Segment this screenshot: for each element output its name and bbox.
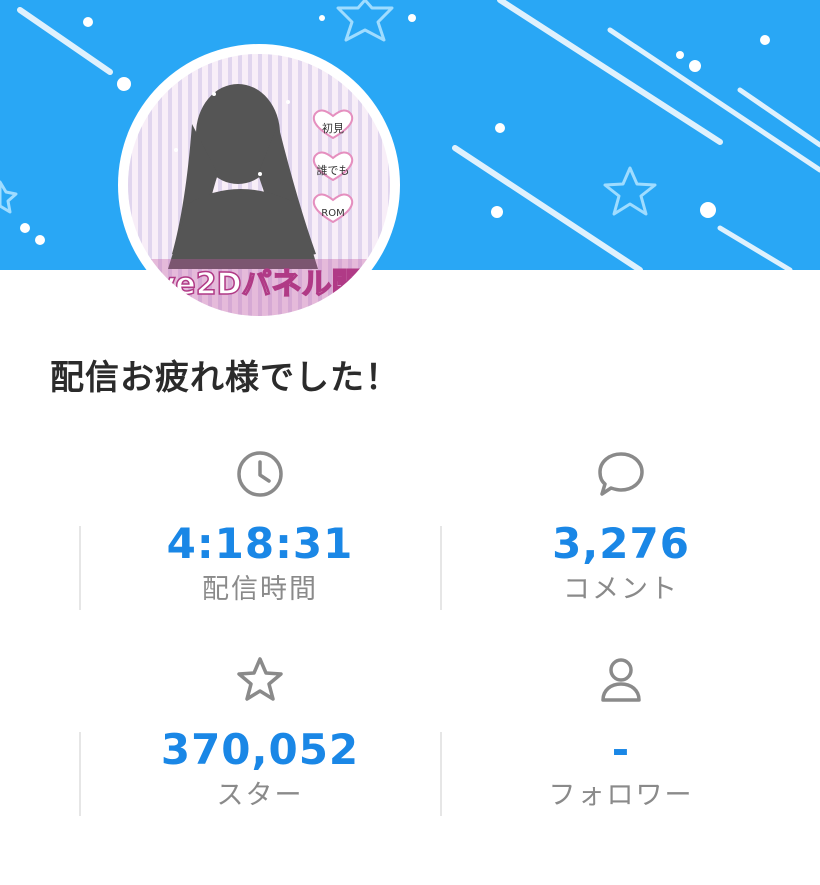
banner-decoration [0,0,820,270]
svg-text:ROM: ROM [321,208,344,219]
stat-comments: 3,276 コメント [441,448,801,610]
heart-badges: 初見 誰でも ROM [312,109,354,224]
stat-followers: - フォロワー [441,654,801,816]
header-banner [0,0,820,270]
comments-label: コメント [563,574,679,605]
star-icon [237,657,283,701]
avatar: 初見 誰でも ROM Live2Dパネル開拓 [128,54,390,316]
followers-label: フォロワー [548,780,694,811]
duration-value: 4:18:31 [166,519,354,568]
clock-icon [237,451,283,497]
stat-stars: 370,052 スター [80,654,440,816]
duration-label: 配信時間 [202,574,318,605]
comments-value: 3,276 [552,519,690,568]
svg-text:初見: 初見 [322,121,344,135]
avatar-image: 初見 誰でも ROM Live2Dパネル開拓 [128,54,390,316]
stars-value: 370,052 [160,725,360,774]
svg-text:誰でも: 誰でも [317,163,350,177]
person-icon [601,658,641,702]
stars-label: スター [216,780,304,811]
stat-duration: 4:18:31 配信時間 [80,448,440,610]
speech-bubble-icon [598,452,644,496]
page-title: 配信お疲れ様でした！ [50,358,400,398]
followers-value: - [611,725,631,774]
